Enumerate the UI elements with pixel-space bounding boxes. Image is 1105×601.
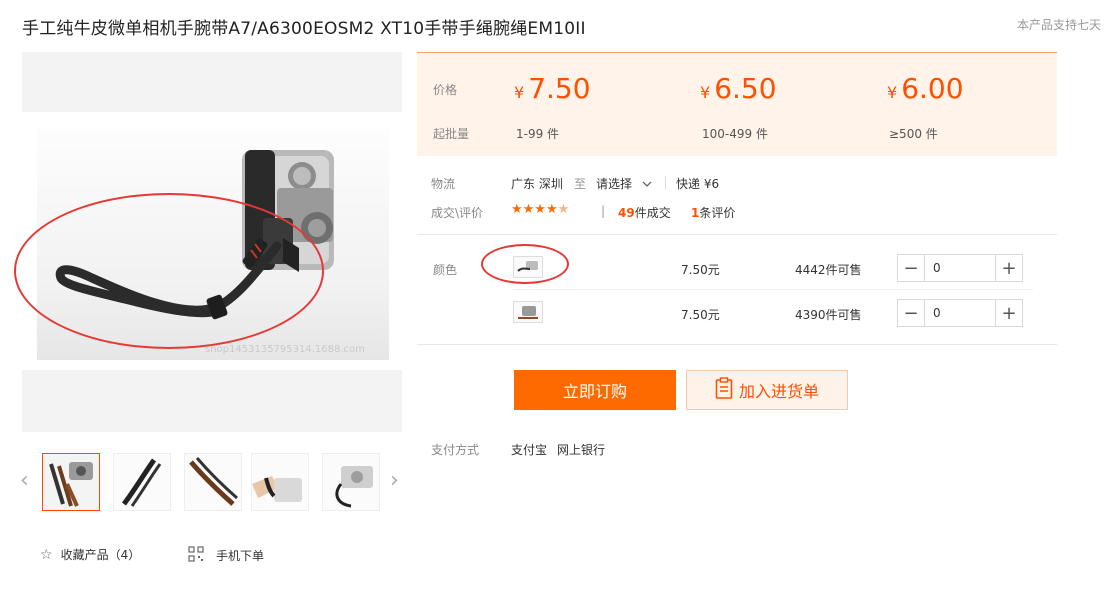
review-suffix: 条评价 xyxy=(699,206,736,220)
color-label: 颜色 xyxy=(433,263,458,277)
destination-value: 请选择 xyxy=(596,177,633,191)
image-watermark: shop1453135795314.1688.com xyxy=(205,344,365,355)
chevron-down-icon xyxy=(642,177,652,191)
decrease-button[interactable]: − xyxy=(898,255,925,281)
silver-camera-strap-icon xyxy=(323,454,379,510)
price-label: 价格 xyxy=(433,83,458,97)
quantity-stepper-1[interactable]: − 0 + xyxy=(897,254,1023,282)
annotation-circle-strap xyxy=(14,193,324,349)
black-strap-icon xyxy=(114,454,170,510)
add-to-cart-button[interactable]: 加入进货单 xyxy=(686,370,848,410)
increase-button[interactable]: + xyxy=(995,300,1022,326)
currency-symbol: ¥ xyxy=(887,83,898,102)
thumbnail-3[interactable] xyxy=(184,453,242,511)
tier-1-range: 1-99 件 xyxy=(516,127,560,141)
sold-count: 49 xyxy=(618,206,635,220)
tier-2-range: 100-499 件 xyxy=(702,127,768,141)
variant-swatch-2[interactable] xyxy=(513,301,543,323)
payment-method-alipay: 支付宝 xyxy=(511,443,548,457)
thumb-prev-icon[interactable]: ‹ xyxy=(20,470,29,492)
price-tier-1: ¥7.50 xyxy=(514,72,591,105)
thumbnail-5[interactable] xyxy=(322,453,380,511)
quantity-stepper-2[interactable]: − 0 + xyxy=(897,299,1023,327)
variant-1-price: 7.50元 xyxy=(681,263,720,277)
price-tier-2: ¥6.50 xyxy=(700,72,777,105)
deals-label: 成交\评价 xyxy=(431,206,484,220)
section-divider xyxy=(417,234,1057,235)
divider xyxy=(665,176,666,189)
quantity-input[interactable]: 0 xyxy=(925,300,995,326)
camera-with-straps-icon xyxy=(43,454,99,510)
strap-on-wrist-icon xyxy=(252,454,308,510)
sold-suffix: 件成交 xyxy=(634,206,671,220)
sold-count-link[interactable]: 49件成交 xyxy=(618,204,671,221)
divider: | xyxy=(601,204,606,218)
destination-select[interactable]: 请选择 xyxy=(596,175,652,192)
annotation-circle-variant xyxy=(481,244,569,284)
payment-label: 支付方式 xyxy=(431,443,480,457)
favorite-label: 收藏产品（4） xyxy=(60,548,141,562)
service-support-text: 本产品支持七天 xyxy=(1017,18,1102,32)
star-half-icon: ★ xyxy=(557,202,570,217)
mobile-order-button[interactable]: 手机下单 xyxy=(188,546,264,565)
star-full-icons: ★★★★ xyxy=(511,202,558,217)
variant-2-stock: 4390件可售 xyxy=(795,308,862,322)
product-title: 手工纯牛皮微单相机手腕带A7/A6300EOSM2 XT10手带手绳腕绳EM10… xyxy=(22,19,586,39)
thumbnail-4[interactable] xyxy=(251,453,309,511)
quantity-input[interactable]: 0 xyxy=(925,255,995,281)
increase-button[interactable]: + xyxy=(995,255,1022,281)
variant-divider xyxy=(513,289,1033,290)
image-placeholder-bottom xyxy=(22,370,402,432)
add-to-cart-label: 加入进货单 xyxy=(738,382,819,401)
variant-1-stock: 4442件可售 xyxy=(795,263,862,277)
shipping-fee: 快递 ¥6 xyxy=(676,177,720,191)
brown-strap-icon xyxy=(185,454,241,510)
payment-method-online-bank: 网上银行 xyxy=(557,443,606,457)
thumbnail-2[interactable] xyxy=(113,453,171,511)
decrease-button[interactable]: − xyxy=(898,300,925,326)
section-divider xyxy=(417,344,1057,345)
currency-symbol: ¥ xyxy=(700,83,711,102)
review-count-link[interactable]: 1条评价 xyxy=(691,204,735,221)
star-outline-icon: ☆ xyxy=(40,546,53,563)
tier-3-range: ≥500 件 xyxy=(889,127,938,141)
favorite-product-button[interactable]: ☆ 收藏产品（4） xyxy=(40,546,140,563)
moq-label: 起批量 xyxy=(433,127,470,141)
clipboard-icon xyxy=(715,377,733,403)
price-tier-3: ¥6.00 xyxy=(887,72,964,105)
thumb-next-icon[interactable]: › xyxy=(390,470,399,492)
qr-code-icon xyxy=(188,546,204,565)
variant-2-price: 7.50元 xyxy=(681,308,720,322)
rating-stars: ★★★★★ xyxy=(511,202,569,217)
shipping-to-text: 至 xyxy=(574,177,587,191)
buy-now-button[interactable]: 立即订购 xyxy=(514,370,676,410)
image-placeholder-top xyxy=(22,52,402,112)
thumbnail-1[interactable] xyxy=(42,453,100,511)
currency-symbol: ¥ xyxy=(514,83,525,102)
logistics-label: 物流 xyxy=(431,177,456,191)
shipping-origin: 广东 深圳 xyxy=(511,177,563,191)
mobile-order-label: 手机下单 xyxy=(216,549,265,563)
